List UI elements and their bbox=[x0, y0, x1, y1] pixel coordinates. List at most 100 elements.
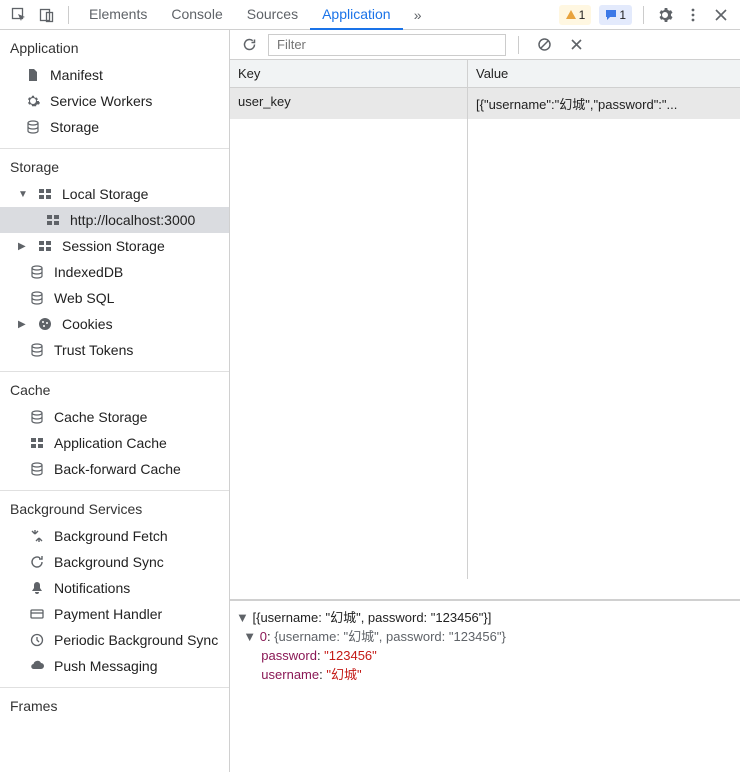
filter-bar bbox=[230, 30, 740, 60]
cookie-icon bbox=[36, 315, 54, 333]
header-value[interactable]: Value bbox=[468, 60, 740, 87]
sidebar-item-label: Trust Tokens bbox=[54, 342, 133, 358]
preview-key: username bbox=[261, 667, 319, 682]
refresh-icon[interactable] bbox=[236, 32, 262, 58]
sidebar-item-web-sql[interactable]: Web SQL bbox=[0, 285, 229, 311]
chevron-right-icon: ▶ bbox=[18, 241, 28, 252]
sidebar-item-bf-cache[interactable]: Back-forward Cache bbox=[0, 456, 229, 482]
sidebar-item-label: Storage bbox=[50, 119, 99, 135]
sidebar-item-payment-handler[interactable]: Payment Handler bbox=[0, 601, 229, 627]
sidebar-item-label: Background Sync bbox=[54, 554, 164, 570]
preview-val: "123456" bbox=[324, 648, 377, 663]
sidebar-item-indexeddb[interactable]: IndexedDB bbox=[0, 259, 229, 285]
tab-application[interactable]: Application bbox=[310, 0, 403, 30]
close-devtools-icon[interactable] bbox=[708, 2, 734, 28]
sidebar-item-label: Cookies bbox=[62, 316, 113, 332]
chevron-down-icon: ▼ bbox=[18, 189, 28, 200]
sidebar-item-local-storage-origin[interactable]: http://localhost:3000 bbox=[0, 207, 229, 233]
sidebar-item-label: Background Fetch bbox=[54, 528, 168, 544]
sidebar-item-bg-fetch[interactable]: Background Fetch bbox=[0, 523, 229, 549]
messages-count: 1 bbox=[619, 8, 626, 22]
sidebar-item-label: Web SQL bbox=[54, 290, 114, 306]
value-preview[interactable]: ▼ [{username: "幻城", password: "123456"}]… bbox=[230, 600, 740, 772]
cell-key[interactable]: user_key bbox=[230, 88, 468, 119]
sidebar-item-label: Session Storage bbox=[62, 238, 165, 254]
application-sidebar[interactable]: Application Manifest Service Workers Sto… bbox=[0, 30, 230, 772]
table-row[interactable]: user_key [{"username":"幻城","password":".… bbox=[230, 88, 740, 119]
sidebar-item-label: Cache Storage bbox=[54, 409, 147, 425]
tab-elements[interactable]: Elements bbox=[77, 0, 159, 30]
document-icon bbox=[24, 66, 42, 84]
filter-input[interactable] bbox=[268, 34, 506, 56]
panel-tabs: Elements Console Sources Application bbox=[77, 0, 403, 30]
tab-console[interactable]: Console bbox=[159, 0, 234, 30]
device-toolbar-icon[interactable] bbox=[34, 2, 60, 28]
sidebar-item-notifications[interactable]: Notifications bbox=[0, 575, 229, 601]
sidebar-item-trust-tokens[interactable]: Trust Tokens bbox=[0, 337, 229, 363]
bell-icon bbox=[28, 579, 46, 597]
warnings-badge[interactable]: 1 bbox=[559, 5, 592, 25]
sidebar-item-label: Local Storage bbox=[62, 186, 148, 202]
sidebar-item-local-storage[interactable]: ▼ Local Storage bbox=[0, 181, 229, 207]
group-cache: Cache bbox=[0, 372, 229, 404]
messages-badge[interactable]: 1 bbox=[599, 5, 632, 25]
sidebar-item-label: IndexedDB bbox=[54, 264, 123, 280]
table-header: Key Value bbox=[230, 60, 740, 88]
group-storage: Storage bbox=[0, 149, 229, 181]
sidebar-item-label: Periodic Background Sync bbox=[54, 632, 218, 648]
preview-index-summary: {username: "幻城", password: "123456"} bbox=[274, 629, 506, 644]
database-icon bbox=[28, 289, 46, 307]
sidebar-item-label: Back-forward Cache bbox=[54, 461, 181, 477]
devtools-toolbar: Elements Console Sources Application » 1… bbox=[0, 0, 740, 30]
sync-icon bbox=[28, 553, 46, 571]
grid-icon bbox=[44, 211, 62, 229]
kebab-menu-icon[interactable] bbox=[680, 2, 706, 28]
sidebar-item-label: Payment Handler bbox=[54, 606, 162, 622]
database-icon bbox=[28, 408, 46, 426]
sidebar-item-label: http://localhost:3000 bbox=[70, 212, 195, 228]
sidebar-item-periodic-sync[interactable]: Periodic Background Sync bbox=[0, 627, 229, 653]
sidebar-item-label: Manifest bbox=[50, 67, 103, 83]
sidebar-item-cookies[interactable]: ▶ Cookies bbox=[0, 311, 229, 337]
group-application: Application bbox=[0, 30, 229, 62]
select-element-icon[interactable] bbox=[6, 2, 32, 28]
sidebar-item-bg-sync[interactable]: Background Sync bbox=[0, 549, 229, 575]
main-panel: Key Value user_key [{"username":"幻城","pa… bbox=[230, 30, 740, 772]
settings-gear-icon[interactable] bbox=[652, 2, 678, 28]
sidebar-item-label: Push Messaging bbox=[54, 658, 158, 674]
sidebar-item-label: Application Cache bbox=[54, 435, 167, 451]
preview-index: 0 bbox=[260, 629, 267, 644]
preview-key: password bbox=[261, 648, 317, 663]
header-key[interactable]: Key bbox=[230, 60, 468, 87]
sidebar-item-cache-storage[interactable]: Cache Storage bbox=[0, 404, 229, 430]
sidebar-item-service-workers[interactable]: Service Workers bbox=[0, 88, 229, 114]
database-icon bbox=[28, 263, 46, 281]
tab-sources[interactable]: Sources bbox=[235, 0, 310, 30]
database-icon bbox=[28, 460, 46, 478]
delete-selected-icon[interactable] bbox=[563, 32, 589, 58]
sidebar-item-label: Service Workers bbox=[50, 93, 152, 109]
sidebar-item-session-storage[interactable]: ▶ Session Storage bbox=[0, 233, 229, 259]
grid-icon bbox=[28, 434, 46, 452]
storage-table: Key Value user_key [{"username":"幻城","pa… bbox=[230, 60, 740, 600]
cloud-icon bbox=[28, 657, 46, 675]
sidebar-item-push-messaging[interactable]: Push Messaging bbox=[0, 653, 229, 679]
preview-summary: [{username: "幻城", password: "123456"}] bbox=[252, 610, 491, 625]
download-icon bbox=[28, 527, 46, 545]
warnings-count: 1 bbox=[579, 8, 586, 22]
clock-icon bbox=[28, 631, 46, 649]
clear-all-icon[interactable] bbox=[531, 32, 557, 58]
group-frames: Frames bbox=[0, 688, 229, 720]
gear-sm-icon bbox=[24, 92, 42, 110]
card-icon bbox=[28, 605, 46, 623]
sidebar-item-manifest[interactable]: Manifest bbox=[0, 62, 229, 88]
cell-value[interactable]: [{"username":"幻城","password":"... bbox=[468, 88, 740, 119]
chevron-right-icon: ▶ bbox=[18, 319, 28, 330]
database-icon bbox=[24, 118, 42, 136]
sidebar-item-application-cache[interactable]: Application Cache bbox=[0, 430, 229, 456]
more-tabs-icon[interactable]: » bbox=[405, 2, 431, 28]
grid-icon bbox=[36, 185, 54, 203]
sidebar-item-label: Notifications bbox=[54, 580, 130, 596]
grid-icon bbox=[36, 237, 54, 255]
sidebar-item-storage[interactable]: Storage bbox=[0, 114, 229, 140]
